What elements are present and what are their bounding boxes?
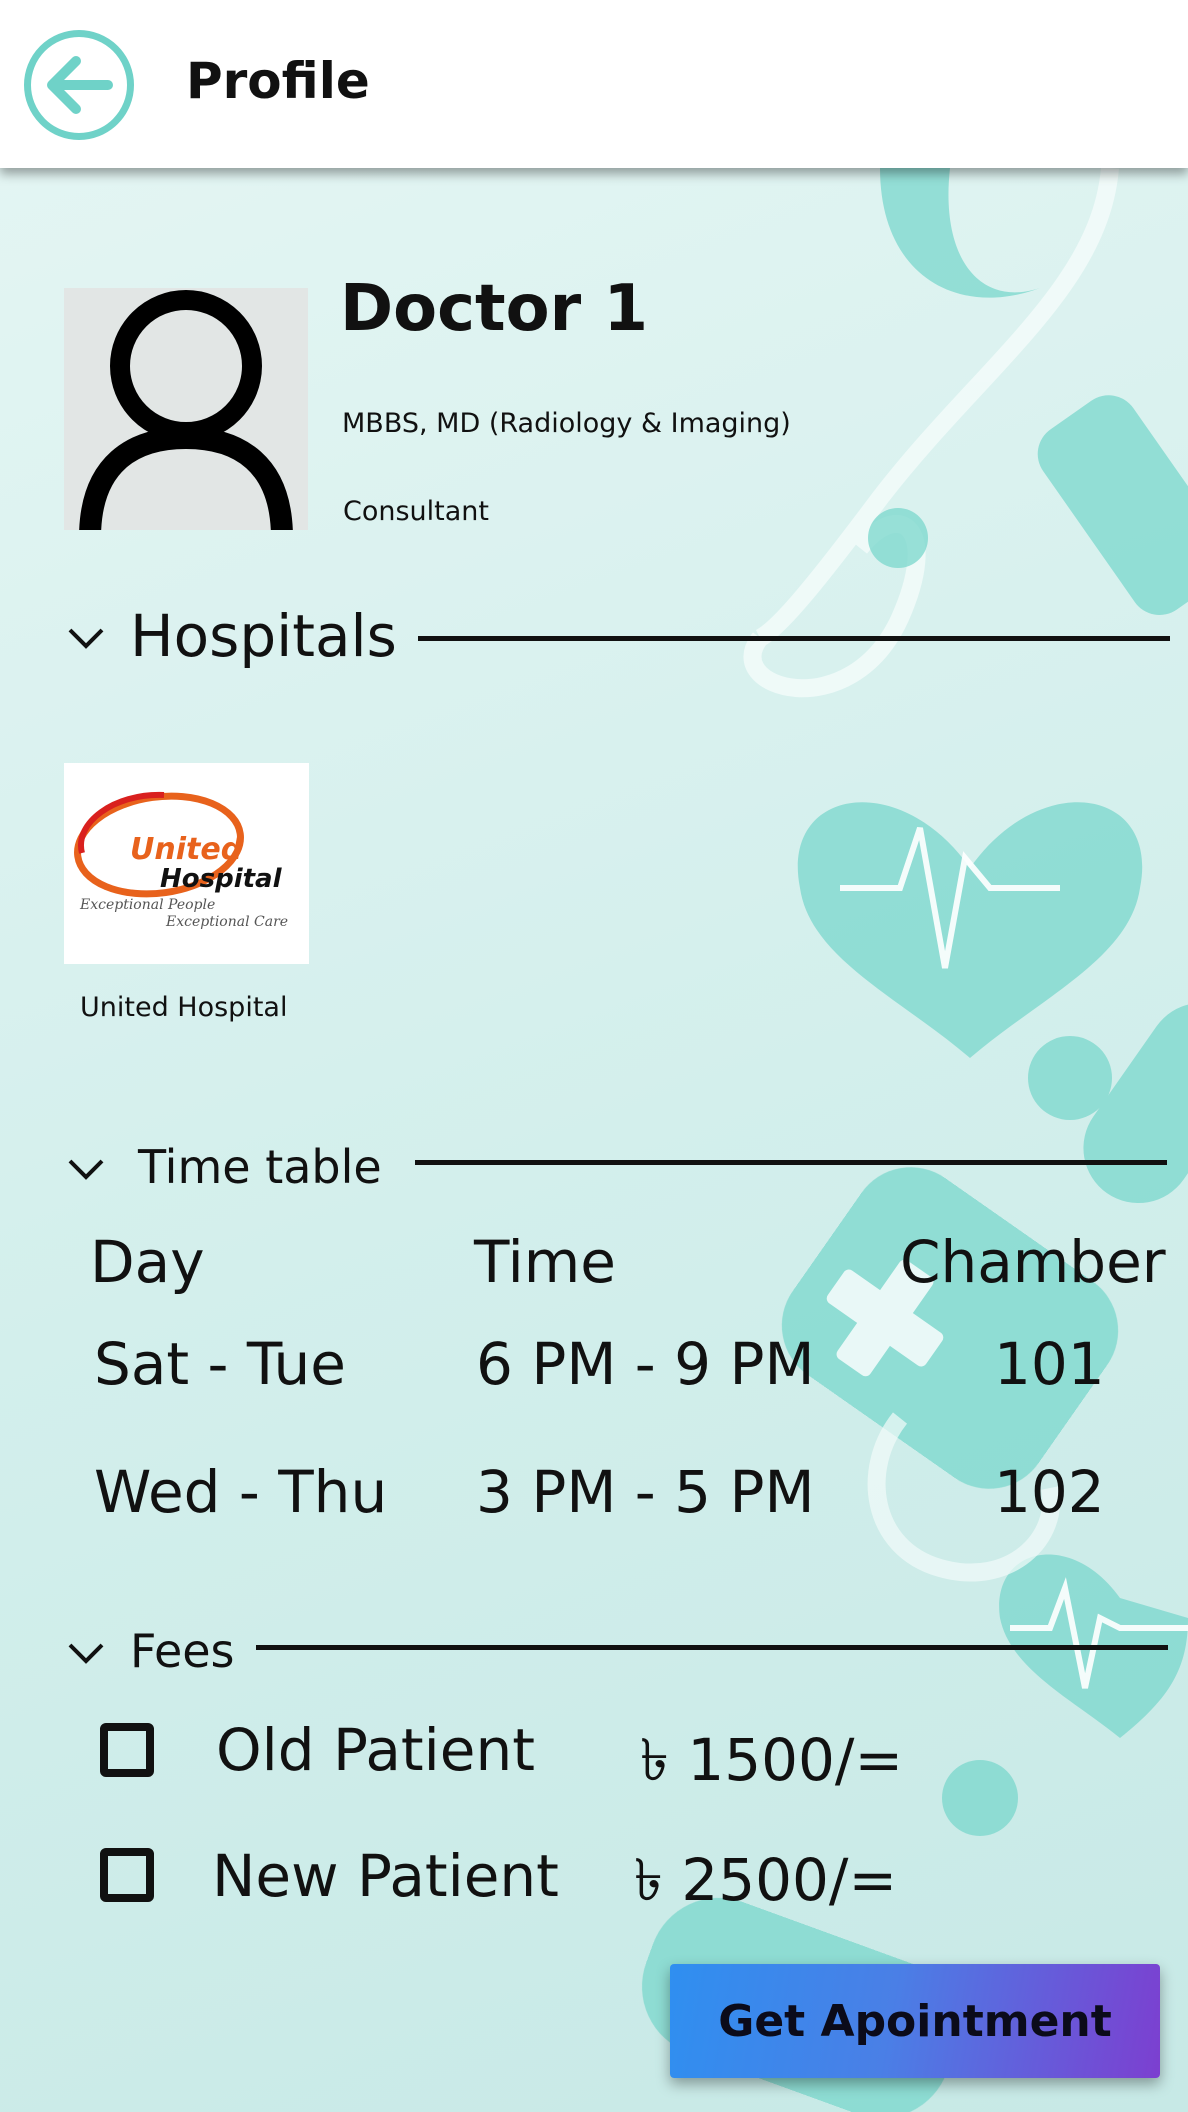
hospitals-heading: Hospitals xyxy=(130,602,397,670)
hospital-logo: United Hospital Exceptional People Excep… xyxy=(74,791,288,930)
column-header-chamber: Chamber xyxy=(900,1228,1166,1296)
new-patient-fee: ৳ 2500/= xyxy=(634,1846,898,1914)
chevron-down-icon xyxy=(68,1643,104,1664)
timetable-section-toggle[interactable]: Time table xyxy=(64,1140,382,1194)
doctor-name: Doctor 1 xyxy=(340,272,648,346)
svg-text:United: United xyxy=(130,832,243,867)
chevron-down-icon xyxy=(68,1159,104,1180)
timetable-heading: Time table xyxy=(138,1140,382,1194)
new-patient-checkbox[interactable] xyxy=(100,1848,154,1902)
row-time: 3 PM - 5 PM xyxy=(476,1458,815,1526)
row-day: Sat - Tue xyxy=(94,1330,346,1398)
old-patient-checkbox[interactable] xyxy=(100,1723,154,1777)
hospital-card-united[interactable]: United Hospital Exceptional People Excep… xyxy=(64,763,309,964)
get-appointment-button[interactable]: Get Apointment xyxy=(670,1964,1160,2078)
doctor-degree: MBBS, MD (Radiology & Imaging) xyxy=(342,408,791,439)
fees-divider xyxy=(256,1645,1168,1650)
row-time: 6 PM - 9 PM xyxy=(476,1330,815,1398)
doctor-role: Consultant xyxy=(343,496,489,527)
row-day: Wed - Thu xyxy=(94,1458,388,1526)
svg-text:Exceptional Care: Exceptional Care xyxy=(165,914,288,930)
row-chamber: 101 xyxy=(994,1330,1105,1398)
new-patient-label: New Patient xyxy=(212,1842,559,1910)
back-button[interactable] xyxy=(24,30,134,140)
fees-heading: Fees xyxy=(130,1624,235,1678)
svg-text:Exceptional People: Exceptional People xyxy=(79,897,215,913)
person-icon xyxy=(79,290,293,530)
svg-text:Hospital: Hospital xyxy=(160,864,283,894)
app-header: Profile xyxy=(0,0,1188,168)
row-chamber: 102 xyxy=(994,1458,1105,1526)
chevron-down-icon xyxy=(68,628,104,649)
column-header-time: Time xyxy=(474,1228,616,1296)
column-header-day: Day xyxy=(90,1228,205,1296)
avatar xyxy=(64,288,308,530)
hospitals-divider xyxy=(418,636,1170,641)
page-title: Profile xyxy=(186,52,370,110)
hospitals-section-toggle[interactable]: Hospitals xyxy=(64,602,397,670)
hospital-name: United Hospital xyxy=(80,992,288,1023)
arrow-left-icon xyxy=(47,56,113,114)
timetable-divider xyxy=(415,1160,1167,1165)
old-patient-fee: ৳ 1500/= xyxy=(640,1726,904,1794)
old-patient-label: Old Patient xyxy=(216,1716,535,1784)
fees-section-toggle[interactable]: Fees xyxy=(64,1624,235,1678)
